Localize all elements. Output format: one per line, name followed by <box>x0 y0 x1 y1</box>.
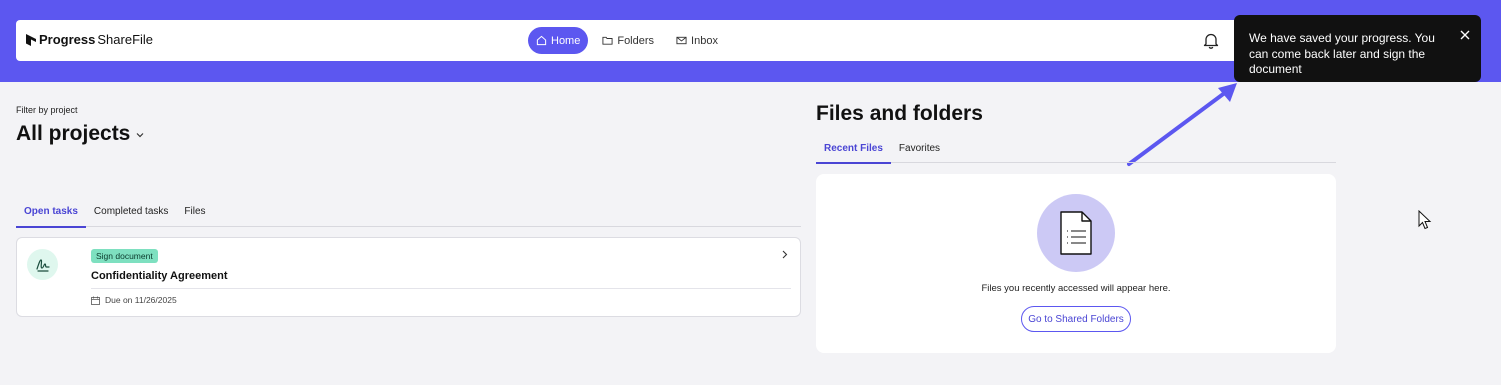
logo-product: ShareFile <box>97 32 154 47</box>
task-title: Confidentiality Agreement <box>91 270 228 282</box>
nav-folders[interactable]: Folders <box>594 27 662 54</box>
go-to-shared-folders-button[interactable]: Go to Shared Folders <box>1021 306 1131 332</box>
files-tabs: Recent Files Favorites <box>816 134 1336 164</box>
task-due-text: Due on 11/26/2025 <box>105 295 177 305</box>
logo-brand: Progress <box>39 32 96 47</box>
signature-icon <box>27 249 58 280</box>
nav-home[interactable]: Home <box>528 27 589 54</box>
calendar-icon <box>91 296 100 305</box>
document-icon <box>1060 211 1092 255</box>
task-due-date: Due on 11/26/2025 <box>91 295 177 305</box>
document-illustration <box>1037 194 1115 272</box>
saved-progress-toast: We have saved your progress. You can com… <box>1234 15 1481 82</box>
top-navigation-bar: Progress ShareFile Home Folders Inbox <box>16 20 1300 61</box>
sharefile-logo[interactable]: Progress ShareFile <box>25 32 153 47</box>
tab-recent-files[interactable]: Recent Files <box>816 134 891 164</box>
home-icon <box>536 35 547 46</box>
task-tabs: Open tasks Completed tasks Files <box>16 196 801 228</box>
project-filter-value: All projects <box>16 122 131 145</box>
task-type-badge: Sign document <box>91 249 158 263</box>
mail-icon <box>676 36 687 45</box>
nav-folders-label: Folders <box>617 34 655 47</box>
tab-favorites[interactable]: Favorites <box>891 134 948 163</box>
progress-logo-icon <box>26 33 36 46</box>
nav-inbox[interactable]: Inbox <box>668 27 726 54</box>
project-filter-dropdown[interactable]: All projects <box>16 122 144 146</box>
bell-icon[interactable] <box>1203 32 1219 49</box>
close-icon[interactable] <box>1459 29 1471 41</box>
main-nav: Home Folders Inbox <box>528 27 726 54</box>
nav-home-label: Home <box>551 34 581 47</box>
task-card[interactable]: Sign document Confidentiality Agreement … <box>16 237 801 317</box>
files-section-title: Files and folders <box>816 102 983 125</box>
chevron-right-icon <box>782 250 788 259</box>
mouse-pointer-icon <box>1418 210 1432 230</box>
tab-completed-tasks[interactable]: Completed tasks <box>86 196 176 227</box>
toast-message: We have saved your progress. You can com… <box>1249 31 1435 76</box>
recent-files-empty-state: Files you recently accessed will appear … <box>816 174 1336 353</box>
tab-files[interactable]: Files <box>176 196 213 227</box>
task-divider <box>91 288 791 289</box>
nav-inbox-label: Inbox <box>691 34 718 47</box>
tab-open-tasks[interactable]: Open tasks <box>16 196 86 228</box>
chevron-down-icon <box>136 133 144 138</box>
empty-state-message: Files you recently accessed will appear … <box>981 283 1171 294</box>
folder-icon <box>602 36 613 45</box>
filter-label: Filter by project <box>16 105 78 115</box>
